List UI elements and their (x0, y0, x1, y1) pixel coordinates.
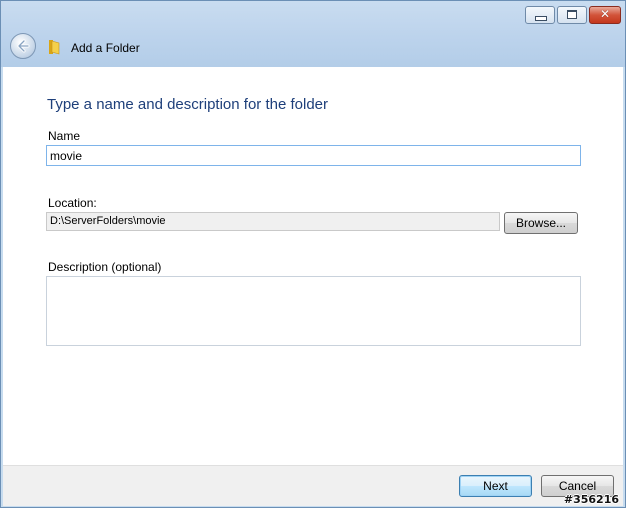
location-label: Location: (48, 196, 97, 210)
wizard-content: Type a name and description for the fold… (3, 67, 623, 465)
wizard-footer: Next Cancel (3, 465, 623, 506)
description-label: Description (optional) (48, 260, 162, 274)
browse-button[interactable]: Browse... (504, 212, 578, 234)
back-arrow-icon (17, 39, 30, 53)
close-button[interactable]: ✕ (589, 6, 621, 24)
close-icon: ✕ (599, 7, 611, 21)
title-bar: ✕ Add a Folder (1, 1, 625, 67)
caption-buttons: ✕ (525, 6, 621, 24)
minimize-button[interactable] (525, 6, 555, 24)
window-title: Add a Folder (71, 41, 140, 55)
folder-name-input[interactable] (46, 145, 581, 166)
maximize-button[interactable] (557, 6, 587, 24)
folder-icon (49, 40, 60, 55)
watermark: #356216 (563, 493, 619, 506)
page-heading: Type a name and description for the fold… (47, 96, 329, 113)
next-button[interactable]: Next (459, 475, 532, 497)
wizard-window: ✕ Add a Folder Type a name and descripti… (0, 0, 626, 508)
back-button[interactable] (10, 33, 36, 59)
location-field: D:\ServerFolders\movie (46, 212, 500, 231)
name-label: Name (48, 129, 81, 143)
description-textarea[interactable] (46, 276, 581, 346)
